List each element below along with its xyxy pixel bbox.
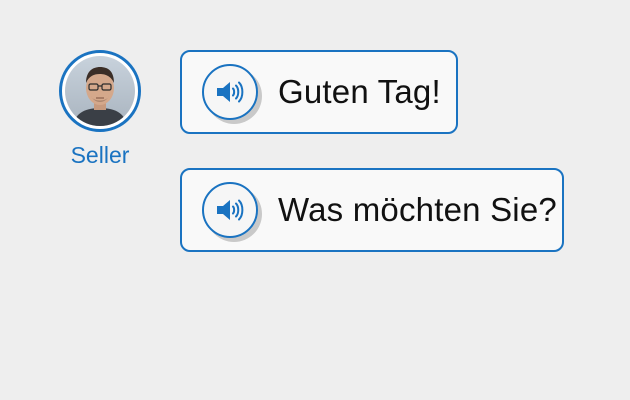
avatar [59, 50, 141, 132]
audio-button-face[interactable] [202, 182, 258, 238]
speaker-name: Seller [70, 142, 130, 168]
speaker-card: Seller [56, 50, 144, 169]
seller-portrait [65, 56, 135, 126]
message-text: Guten Tag! [278, 73, 441, 110]
audio-button-face[interactable] [202, 64, 258, 120]
play-audio-button[interactable] [202, 182, 262, 242]
speaker-volume-icon [217, 81, 244, 103]
message-bubble: Guten Tag! [180, 50, 458, 134]
message-text: Was möchten Sie? [278, 191, 557, 228]
speaker-volume-icon [217, 199, 244, 221]
message-bubble: Was möchten Sie? [180, 168, 564, 252]
play-audio-button[interactable] [202, 64, 262, 124]
